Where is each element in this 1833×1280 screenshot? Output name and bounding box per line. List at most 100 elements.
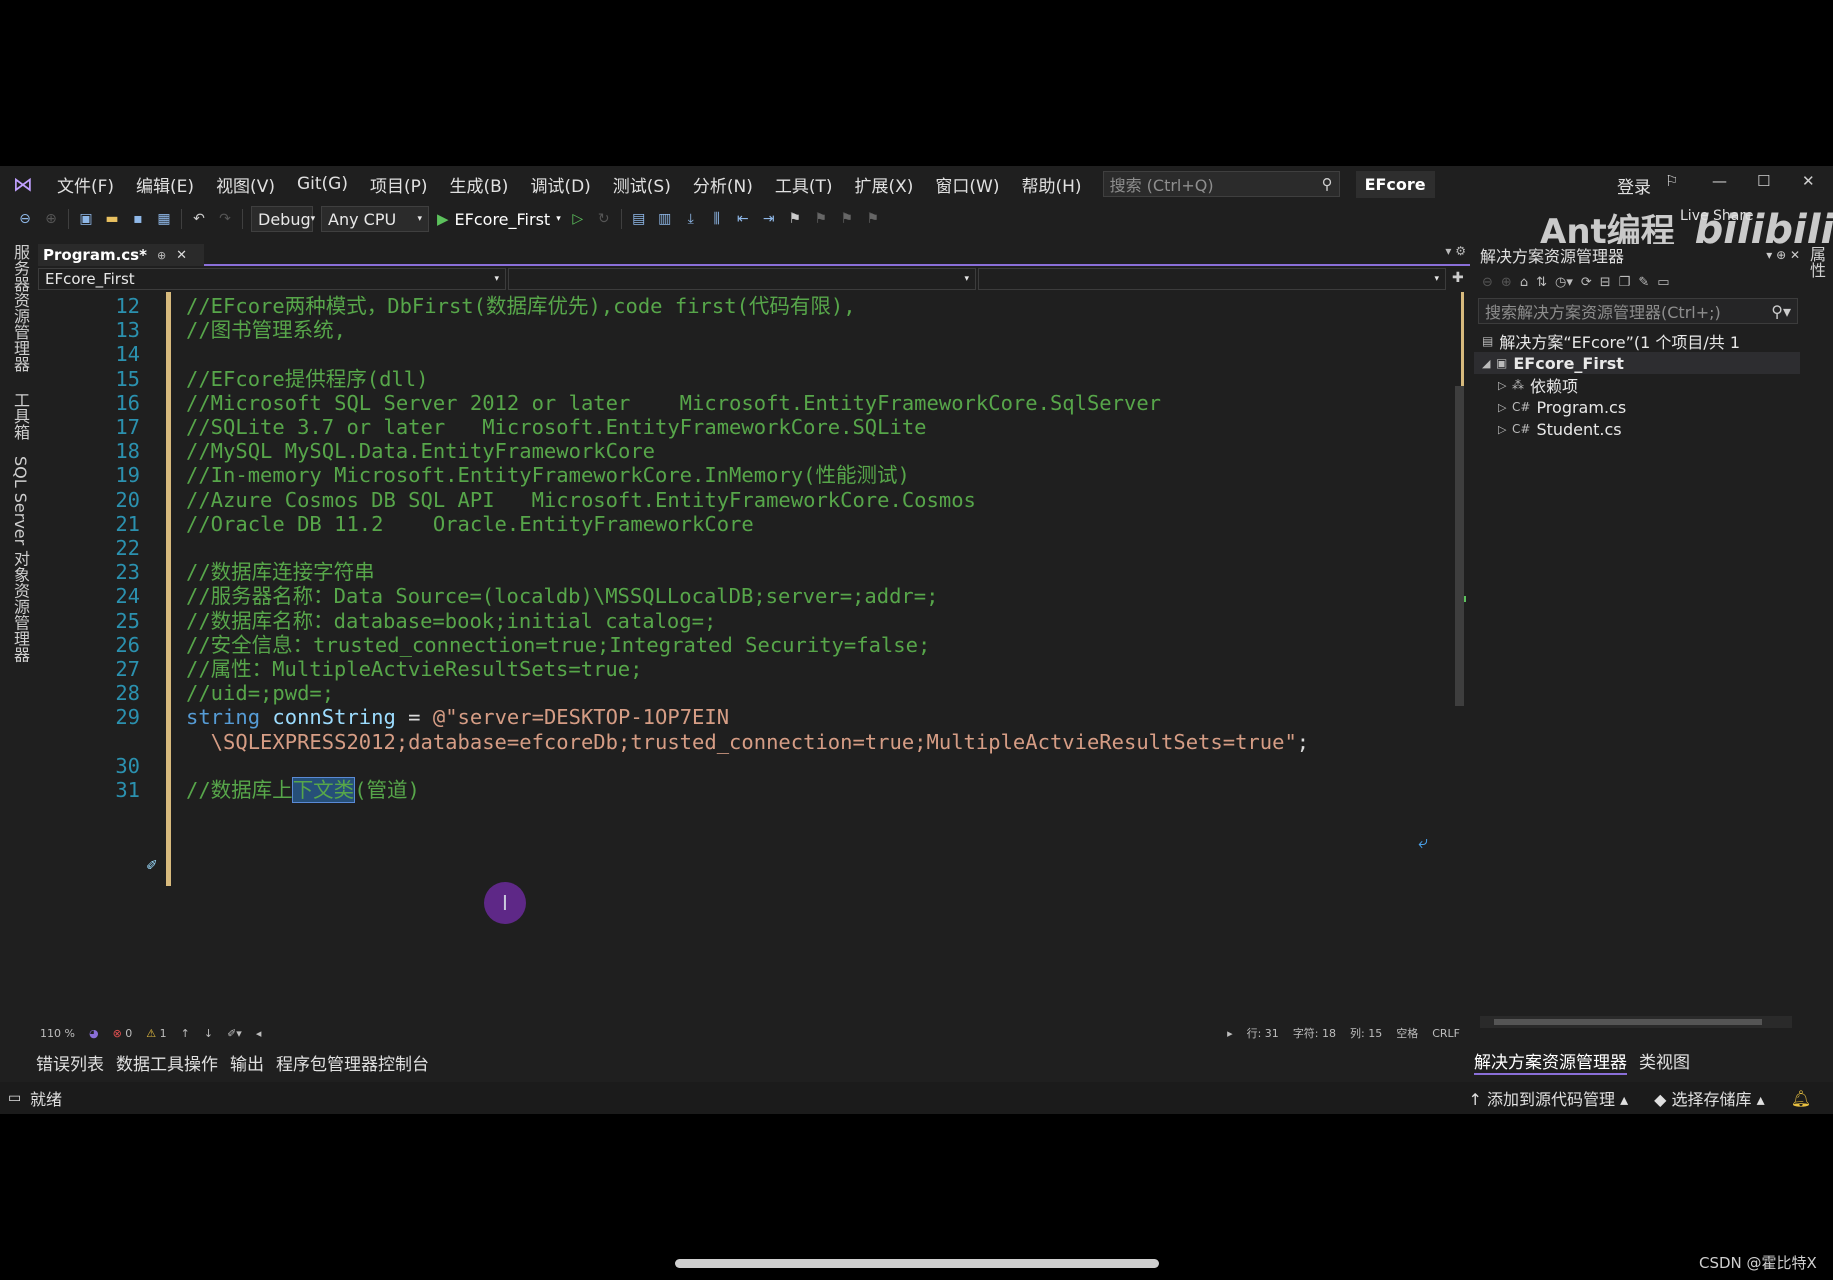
error-icon[interactable]: ⊗ 0 <box>113 1027 133 1040</box>
home-icon[interactable]: ⌂ <box>1520 275 1528 290</box>
layout-icon[interactable]: ▥ <box>656 211 674 227</box>
save-icon[interactable]: ▪ <box>129 211 147 227</box>
tab-program-cs[interactable]: Program.cs* ⊕ ✕ <box>38 244 204 266</box>
type-dropdown[interactable]: ▾ <box>508 268 976 290</box>
tab-class-view[interactable]: 类视图 <box>1639 1048 1690 1075</box>
tab-solution-explorer[interactable]: 解决方案资源管理器 <box>1474 1048 1627 1075</box>
pending-changes-filter-icon[interactable]: ◷▾ <box>1555 275 1573 290</box>
menu-extensions[interactable]: 扩展(X) <box>844 172 925 197</box>
menu-view[interactable]: 视图(V) <box>205 172 286 197</box>
next-bookmark-icon[interactable]: ⚑ <box>838 211 856 227</box>
collapsed-arrow-icon[interactable]: ▷ <box>1498 379 1512 392</box>
menu-project[interactable]: 项目(P) <box>359 172 439 197</box>
output-window-icon[interactable]: ▭ <box>8 1090 21 1106</box>
save-all-icon[interactable]: ▦ <box>155 211 173 227</box>
member-dropdown[interactable]: ▾ <box>978 268 1446 290</box>
tree-program-cs[interactable]: ▷ C# Program.cs <box>1474 396 1800 418</box>
solution-configuration-select[interactable]: Debug ▾ <box>251 206 315 232</box>
menu-window[interactable]: 窗口(W) <box>924 172 1010 197</box>
tab-settings-gear-icon[interactable]: ▾ ⚙ <box>1445 244 1466 258</box>
properties-wrench-icon[interactable]: ✎ <box>1638 275 1649 290</box>
menu-help[interactable]: 帮助(H) <box>1011 172 1093 197</box>
solution-platform-select[interactable]: Any CPU ▾ <box>321 206 429 232</box>
project-dropdown[interactable]: EFcore_First ▾ <box>38 268 506 290</box>
server-explorer-tab[interactable]: 服务器资源管理器 <box>8 244 32 372</box>
add-to-source-control-button[interactable]: ↑ 添加到源代码管理 ▴ <box>1469 1086 1629 1110</box>
whitespace-indicator[interactable]: 空格 <box>1396 1025 1418 1041</box>
code-cleanup-icon[interactable]: ✐▾ <box>227 1027 242 1040</box>
collapsed-arrow-icon[interactable]: ▷ <box>1498 401 1512 414</box>
back-icon[interactable]: ⊖ <box>1482 275 1493 290</box>
forward-icon[interactable]: ⊕ <box>1501 275 1512 290</box>
previous-bookmark-icon[interactable]: ⚑ <box>812 211 830 227</box>
scrollbar-thumb[interactable] <box>1455 386 1464 706</box>
tab-error-list[interactable]: 错误列表 <box>36 1050 104 1076</box>
menu-debug[interactable]: 调试(D) <box>519 172 601 197</box>
tree-student-cs[interactable]: ▷ C# Student.cs <box>1474 418 1800 440</box>
char-indicator[interactable]: 字符: 18 <box>1293 1025 1336 1041</box>
tab-data-tools-operations[interactable]: 数据工具操作 <box>116 1050 218 1076</box>
sync-icon[interactable]: ⟳ <box>1581 275 1592 290</box>
zoom-level[interactable]: 110 % <box>40 1027 75 1040</box>
outdent-icon[interactable]: ⇤ <box>734 211 752 227</box>
live-share-button[interactable]: Live Share <box>1680 208 1753 224</box>
tree-solution[interactable]: ▤ 解决方案“EFcore”(1 个项目/共 1 <box>1474 330 1800 352</box>
code-line[interactable]: 31 //数据库上下文类(管道) <box>38 776 1450 804</box>
warning-icon[interactable]: ⚠ 1 <box>146 1027 166 1040</box>
undo-icon[interactable]: ↶ <box>190 211 208 227</box>
select-repository-button[interactable]: ◆ 选择存储库 ▴ <box>1654 1086 1765 1110</box>
quick-action-brush-icon[interactable]: ✐ <box>146 858 158 874</box>
editor-vertical-scrollbar[interactable] <box>1450 292 1468 1018</box>
open-file-icon[interactable]: ▬ <box>103 211 121 227</box>
sql-server-object-explorer-tab[interactable]: SQL Server 对象资源管理器 <box>8 456 32 662</box>
switch-views-icon[interactable]: ⇅ <box>1536 275 1547 290</box>
tab-output[interactable]: 输出 <box>230 1050 264 1076</box>
new-project-icon[interactable]: ▣ <box>77 211 95 227</box>
close-icon[interactable]: ✕ <box>176 248 187 263</box>
menu-test[interactable]: 测试(S) <box>602 172 682 197</box>
global-search-box[interactable]: 搜索 (Ctrl+Q) ⚲ <box>1102 171 1340 197</box>
collapsed-arrow-icon[interactable]: ▷ <box>1498 423 1512 436</box>
pin-icon[interactable]: ⊕ <box>157 249 166 262</box>
scroll-right-icon[interactable]: ▸ <box>1227 1027 1233 1040</box>
previous-issue-icon[interactable]: ↑ <box>181 1027 190 1040</box>
properties-tab[interactable]: 属性 <box>1804 246 1828 278</box>
collapse-all-icon[interactable]: ⊟ <box>1600 275 1611 290</box>
minimize-button[interactable]: — <box>1712 172 1727 190</box>
start-debugging-button[interactable]: ▶ EFcore_First ▾ <box>437 210 561 229</box>
account-pin-icon[interactable]: ⚐ <box>1665 172 1678 190</box>
menu-tools[interactable]: 工具(T) <box>764 172 844 197</box>
menu-file[interactable]: 文件(F) <box>46 172 125 197</box>
preview-icon[interactable]: ▭ <box>1657 275 1669 290</box>
redo-icon[interactable]: ↷ <box>216 211 234 227</box>
sign-in-link[interactable]: 登录 <box>1617 173 1651 198</box>
column-indicator[interactable]: 列: 15 <box>1350 1025 1382 1041</box>
tree-dependencies[interactable]: ▷ ⁂ 依赖项 <box>1474 374 1800 396</box>
clear-bookmarks-icon[interactable]: ⚑ <box>864 211 882 227</box>
menu-analyze[interactable]: 分析(N) <box>682 172 764 197</box>
panel-pin-close-icon[interactable]: ▾ ⊕ ✕ <box>1766 248 1800 262</box>
show-all-files-icon[interactable]: ❐ <box>1619 275 1631 290</box>
toolbox-tab[interactable]: 工具箱 <box>8 392 32 440</box>
menu-build[interactable]: 生成(B) <box>439 172 520 197</box>
solution-explorer-search-input[interactable]: 搜索解决方案资源管理器(Ctrl+;) ⚲▾ <box>1478 298 1798 324</box>
solution-explorer-horizontal-scrollbar[interactable] <box>1480 1016 1792 1028</box>
tree-project[interactable]: ◢ ▣ EFcore_First <box>1474 352 1800 374</box>
hot-reload-icon[interactable]: ↻ <box>595 211 613 227</box>
line-ending-indicator[interactable]: CRLF <box>1432 1027 1460 1040</box>
columns-icon[interactable]: ⫼ <box>708 211 726 227</box>
expanded-arrow-icon[interactable]: ◢ <box>1482 357 1496 370</box>
health-icon[interactable]: ◕ <box>89 1027 99 1040</box>
forward-navigation-icon[interactable]: ⊕ <box>42 211 60 227</box>
split-editor-icon[interactable]: ✚ <box>1452 270 1464 286</box>
line-number-indicator[interactable]: 行: 31 <box>1247 1025 1279 1041</box>
next-issue-icon[interactable]: ↓ <box>204 1027 213 1040</box>
step-icon[interactable]: ⤓ <box>682 211 700 227</box>
bookmark-icon[interactable]: ⚑ <box>786 211 804 227</box>
menu-git[interactable]: Git(G) <box>286 174 359 194</box>
tab-package-manager-console[interactable]: 程序包管理器控制台 <box>276 1050 429 1076</box>
browse-icon[interactable]: ▤ <box>630 211 648 227</box>
maximize-button[interactable]: ☐ <box>1757 172 1770 190</box>
start-without-debugging-icon[interactable]: ▷ <box>569 211 587 227</box>
close-window-button[interactable]: ✕ <box>1802 172 1815 190</box>
